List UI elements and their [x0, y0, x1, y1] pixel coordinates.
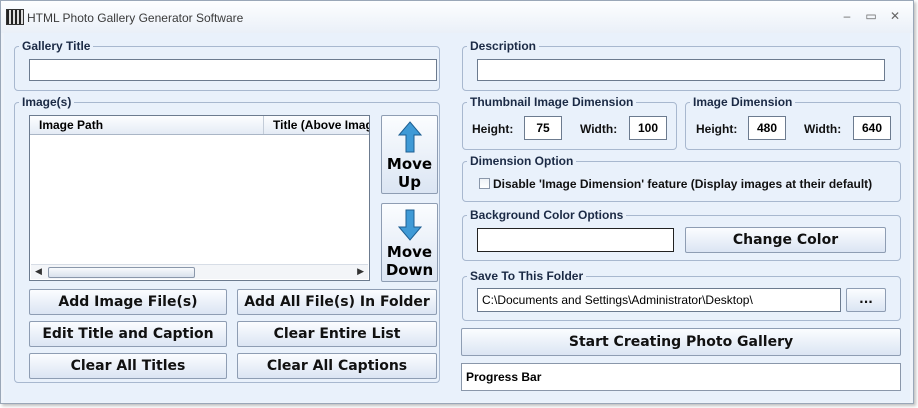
save-folder-legend: Save To This Folder [470, 269, 584, 283]
image-width-label: Width: [804, 122, 842, 136]
image-list-table[interactable]: Image Path Title (Above Imag ◀ ▶ [29, 115, 370, 281]
gallery-title-input[interactable] [29, 59, 437, 81]
add-all-files-button[interactable]: Add All File(s) In Folder [237, 289, 437, 315]
progress-bar: Progress Bar [461, 363, 901, 391]
images-legend: Image(s) [22, 95, 72, 109]
image-height-input[interactable]: 480 [748, 116, 786, 140]
background-color-swatch [477, 228, 674, 252]
disable-dimension-checkbox[interactable] [479, 178, 490, 189]
change-color-button[interactable]: Change Color [685, 227, 886, 253]
window-title: HTML Photo Gallery Generator Software [27, 11, 244, 25]
horizontal-scrollbar[interactable]: ◀ ▶ [31, 264, 368, 279]
background-color-legend: Background Color Options [470, 208, 624, 222]
start-creating-gallery-button[interactable]: Start Creating Photo Gallery [461, 328, 901, 356]
description-input[interactable] [477, 59, 885, 81]
minimize-icon[interactable]: – [839, 9, 855, 23]
thumbnail-width-label: Width: [580, 122, 618, 136]
thumbnail-height-input[interactable]: 75 [524, 116, 562, 140]
title-bar[interactable]: HTML Photo Gallery Generator Software – … [1, 1, 913, 33]
move-up-label-1: Move [386, 155, 433, 173]
disable-dimension-label[interactable]: Disable 'Image Dimension' feature (Displ… [493, 177, 872, 191]
arrow-down-icon [397, 209, 422, 241]
client-area: Gallery Title Description Image(s) Image… [4, 33, 910, 402]
scroll-right-icon[interactable]: ▶ [357, 266, 364, 277]
arrow-up-icon [397, 121, 422, 153]
clear-all-captions-button[interactable]: Clear All Captions [237, 353, 437, 379]
move-down-label-1: Move [386, 243, 433, 261]
app-window: HTML Photo Gallery Generator Software – … [0, 0, 914, 404]
image-width-input[interactable]: 640 [853, 116, 891, 140]
scrollbar-thumb[interactable] [48, 267, 195, 278]
browse-folder-button[interactable]: ... [846, 288, 886, 312]
edit-title-caption-button[interactable]: Edit Title and Caption [29, 321, 227, 347]
column-header-title[interactable]: Title (Above Imag [264, 116, 369, 134]
clear-entire-list-button[interactable]: Clear Entire List [237, 321, 437, 347]
description-legend: Description [470, 39, 537, 53]
table-header: Image Path Title (Above Imag [30, 116, 369, 135]
image-height-label: Height: [696, 122, 738, 136]
save-folder-input[interactable]: C:\Documents and Settings\Administrator\… [477, 288, 841, 312]
dimension-option-legend: Dimension Option [470, 154, 574, 168]
move-up-button[interactable]: Move Up [381, 115, 438, 194]
thumbnail-height-label: Height: [472, 122, 514, 136]
image-dimension-legend: Image Dimension [693, 95, 793, 109]
gallery-title-legend: Gallery Title [22, 39, 91, 53]
maximize-icon[interactable]: ▭ [863, 9, 879, 23]
add-image-files-button[interactable]: Add Image File(s) [29, 289, 227, 315]
move-down-label-2: Down [385, 261, 434, 279]
move-up-label-2: Up [398, 173, 421, 191]
thumbnail-width-input[interactable]: 100 [629, 116, 667, 140]
move-down-button[interactable]: Move Down [381, 203, 438, 282]
app-icon [6, 9, 24, 25]
close-icon[interactable]: ✕ [887, 9, 903, 23]
thumbnail-dimension-legend: Thumbnail Image Dimension [470, 95, 634, 109]
clear-all-titles-button[interactable]: Clear All Titles [29, 353, 227, 379]
scroll-left-icon[interactable]: ◀ [35, 266, 42, 277]
column-header-image-path[interactable]: Image Path [30, 116, 264, 134]
